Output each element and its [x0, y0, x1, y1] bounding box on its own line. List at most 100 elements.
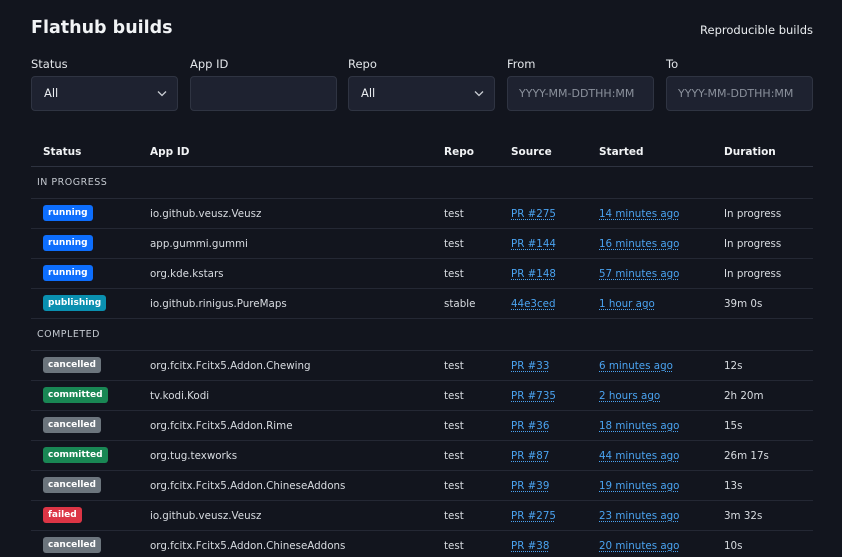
started-link[interactable]: 44 minutes ago	[599, 450, 679, 462]
repo-select[interactable]: All	[348, 76, 495, 111]
repo-filter: Repo All	[348, 56, 495, 111]
status-select-value: All	[44, 86, 59, 100]
duration-cell: 15s	[724, 420, 743, 432]
status-badge: running	[43, 205, 93, 221]
app-id-cell: org.tug.texworks	[150, 450, 238, 462]
app-id-cell: org.fcitx.Fcitx5.Addon.Chewing	[150, 360, 311, 372]
source-link[interactable]: PR #144	[511, 238, 556, 250]
table-row: committed org.tug.texworks test PR #87 44 mi…	[31, 441, 813, 471]
source-link[interactable]: PR #275	[511, 510, 556, 522]
status-badge: publishing	[43, 295, 107, 311]
status-badge: cancelled	[43, 417, 101, 433]
duration-cell: 13s	[724, 480, 743, 492]
duration-cell: 39m 0s	[724, 298, 763, 310]
repo-cell: test	[444, 360, 464, 372]
repo-cell: test	[444, 480, 464, 492]
app-id-input[interactable]	[190, 76, 337, 111]
source-link[interactable]: PR #39	[511, 480, 549, 492]
column-header-status: Status	[43, 146, 82, 158]
status-filter: Status All	[31, 56, 178, 111]
app-id-cell: io.github.rinigus.PureMaps	[150, 298, 287, 310]
to-filter-label: To	[666, 57, 679, 71]
status-badge: running	[43, 265, 93, 281]
started-link[interactable]: 20 minutes ago	[599, 540, 679, 552]
app-id-cell: org.kde.kstars	[150, 268, 224, 280]
source-link[interactable]: PR #33	[511, 360, 549, 372]
table-row: running org.kde.kstars test PR #148 57 minut…	[31, 259, 813, 289]
duration-cell: 3m 32s	[724, 510, 763, 522]
source-link[interactable]: PR #148	[511, 268, 556, 280]
duration-cell: In progress	[724, 238, 782, 250]
started-link[interactable]: 16 minutes ago	[599, 238, 679, 250]
source-link[interactable]: PR #735	[511, 390, 556, 402]
filters-bar: Status All App ID Repo All From YYYY-MM-…	[31, 56, 813, 112]
repo-cell: test	[444, 510, 464, 522]
source-link[interactable]: PR #87	[511, 450, 549, 462]
started-link[interactable]: 2 hours ago	[599, 390, 660, 402]
column-header-started: Started	[599, 146, 644, 158]
from-input[interactable]: YYYY-MM-DDTHH:MM	[507, 76, 654, 111]
status-filter-label: Status	[31, 57, 68, 71]
table-row: failed io.github.veusz.Veusz test PR #275 23…	[31, 501, 813, 531]
app-id-cell: io.github.veusz.Veusz	[150, 510, 262, 522]
table-row: cancelled org.fcitx.Fcitx5.Addon.Chewing t…	[31, 351, 813, 381]
table-header: Status App ID Repo Source Started Durati…	[31, 138, 813, 167]
header: Flathub builds Reproducible builds	[31, 18, 813, 46]
table-row: running app.gummi.gummi test PR #144 16 minu…	[31, 229, 813, 259]
table-body: IN PROGRESS running io.github.veusz.Veusz t…	[31, 167, 813, 557]
group-header: IN PROGRESS	[31, 167, 813, 199]
started-link[interactable]: 18 minutes ago	[599, 420, 679, 432]
source-link[interactable]: PR #275	[511, 208, 556, 220]
column-header-repo: Repo	[444, 146, 474, 158]
repo-filter-label: Repo	[348, 57, 377, 71]
table-row: committed tv.kodi.Kodi test PR #735 2 hours …	[31, 381, 813, 411]
table-row: publishing io.github.rinigus.PureMaps stab…	[31, 289, 813, 319]
started-link[interactable]: 1 hour ago	[599, 298, 655, 310]
started-link[interactable]: 19 minutes ago	[599, 480, 679, 492]
status-badge: cancelled	[43, 537, 101, 553]
started-link[interactable]: 14 minutes ago	[599, 208, 679, 220]
repo-cell: test	[444, 208, 464, 220]
repo-cell: test	[444, 390, 464, 402]
source-link[interactable]: PR #38	[511, 540, 549, 552]
status-badge: running	[43, 235, 93, 251]
to-input[interactable]: YYYY-MM-DDTHH:MM	[666, 76, 813, 111]
status-select[interactable]: All	[31, 76, 178, 111]
started-link[interactable]: 57 minutes ago	[599, 268, 679, 280]
column-header-duration: Duration	[724, 146, 776, 158]
source-link[interactable]: 44e3ced	[511, 298, 556, 310]
status-badge: committed	[43, 447, 108, 463]
app-id-filter-label: App ID	[190, 57, 229, 71]
repo-cell: test	[444, 450, 464, 462]
from-filter-label: From	[507, 57, 536, 71]
app-id-cell: org.fcitx.Fcitx5.Addon.ChineseAddons	[150, 540, 346, 552]
table-row: cancelled org.fcitx.Fcitx5.Addon.ChineseA…	[31, 531, 813, 557]
repo-cell: test	[444, 238, 464, 250]
duration-cell: In progress	[724, 208, 782, 220]
app-id-cell: org.fcitx.Fcitx5.Addon.Rime	[150, 420, 293, 432]
started-link[interactable]: 23 minutes ago	[599, 510, 679, 522]
status-badge: committed	[43, 387, 108, 403]
from-filter: From YYYY-MM-DDTHH:MM	[507, 56, 654, 111]
status-badge: cancelled	[43, 477, 101, 493]
duration-cell: 26m 17s	[724, 450, 769, 462]
duration-cell: 2h 20m	[724, 390, 764, 402]
source-link[interactable]: PR #36	[511, 420, 549, 432]
repo-cell: test	[444, 540, 464, 552]
repo-select-value: All	[361, 86, 376, 100]
builds-table: Status App ID Repo Source Started Durati…	[31, 138, 813, 557]
app-id-cell: org.fcitx.Fcitx5.Addon.ChineseAddons	[150, 480, 346, 492]
started-link[interactable]: 6 minutes ago	[599, 360, 673, 372]
to-filter: To YYYY-MM-DDTHH:MM	[666, 56, 813, 111]
column-header-source: Source	[511, 146, 552, 158]
duration-cell: In progress	[724, 268, 782, 280]
app-id-cell: io.github.veusz.Veusz	[150, 208, 262, 220]
reproducible-builds-link[interactable]: Reproducible builds	[700, 23, 813, 37]
column-header-app-id: App ID	[150, 146, 190, 158]
group-header: COMPLETED	[31, 319, 813, 351]
app-id-filter: App ID	[190, 56, 337, 111]
repo-cell: test	[444, 268, 464, 280]
page: Flathub builds Reproducible builds Statu…	[0, 0, 842, 557]
app-id-cell: tv.kodi.Kodi	[150, 390, 210, 402]
page-title: Flathub builds	[31, 18, 173, 38]
